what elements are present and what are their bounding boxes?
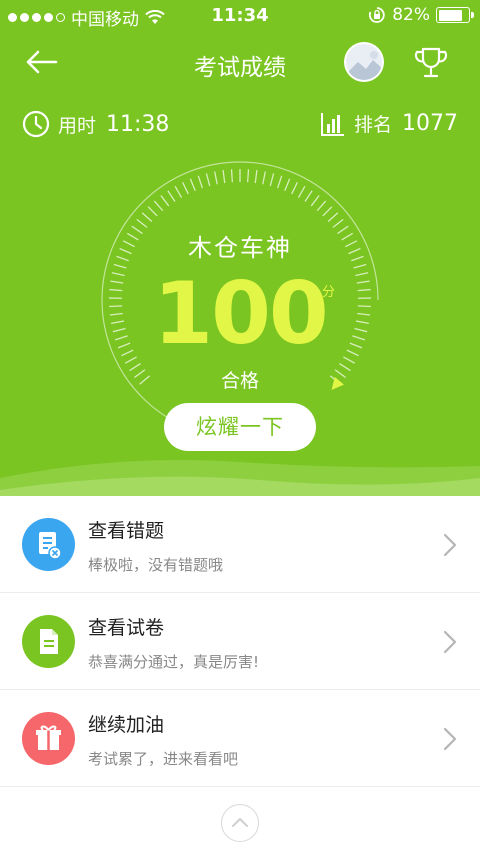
time-used: 用时 11:38 xyxy=(22,110,169,138)
gift-icon xyxy=(36,725,61,750)
gauge-tick xyxy=(181,181,189,195)
gauge-tick xyxy=(222,170,226,184)
gauge-tick xyxy=(136,218,148,228)
gauge-tick xyxy=(304,190,313,202)
status-bar: 中国移动 11:34 82% xyxy=(0,0,480,32)
list-item-keep-going[interactable]: 继续加油 考试累了，进来看看吧 xyxy=(0,690,480,787)
score-unit: 分 xyxy=(322,285,336,300)
orientation-lock-icon xyxy=(369,7,385,23)
gauge-tick xyxy=(197,175,204,189)
item-title: 查看错题 xyxy=(88,520,165,542)
trophy-icon[interactable] xyxy=(412,44,450,82)
gauge-tick xyxy=(153,200,164,212)
item-icon-bg xyxy=(22,615,75,668)
gauge-tick xyxy=(254,170,258,184)
time-used-value: 11:38 xyxy=(106,111,170,137)
gauge-tick xyxy=(297,185,306,198)
time-used-label: 用时 xyxy=(58,114,97,137)
item-icon-bg xyxy=(22,518,75,571)
gauge-tick xyxy=(327,212,339,222)
chevron-right-icon xyxy=(443,533,457,557)
paper-icon xyxy=(40,629,58,654)
gauge-tick xyxy=(189,178,196,192)
gauge-tick xyxy=(167,190,176,202)
gauge-tick xyxy=(291,181,299,195)
gauge-tick xyxy=(269,173,275,187)
gauge-tick xyxy=(174,185,183,198)
battery-icon xyxy=(436,7,474,23)
status-right: 82% xyxy=(368,5,474,25)
clock-icon xyxy=(22,110,50,138)
gauge-tick xyxy=(276,175,283,189)
wrong-questions-icon xyxy=(39,532,62,560)
score-value: 100 xyxy=(153,264,329,364)
battery-level xyxy=(438,9,463,21)
gauge-tick xyxy=(284,178,291,192)
chevron-up-icon xyxy=(232,818,248,827)
nav-bar: 考试成绩 xyxy=(0,34,480,90)
gauge-tick xyxy=(230,169,234,183)
gauge-tick xyxy=(332,218,344,228)
ranking-value: 1077 xyxy=(402,111,458,136)
gauge-tick xyxy=(214,171,218,185)
gauge-tick xyxy=(147,206,158,217)
gauge-tick xyxy=(322,206,333,217)
avatar[interactable] xyxy=(344,42,384,82)
item-subtitle: 恭喜满分通过，真是厉害! xyxy=(88,653,260,671)
item-subtitle: 棒极啦，没有错题哦 xyxy=(88,556,224,574)
gauge-tick xyxy=(141,212,153,222)
battery-percent: 82% xyxy=(392,5,430,25)
list-item-wrong-questions[interactable]: 查看错题 棒极啦，没有错题哦 xyxy=(0,496,480,593)
item-title: 继续加油 xyxy=(88,714,165,736)
result-header-area: 中国移动 11:34 82% 考试成绩 用时 11:38 排名 1077 木仓车… xyxy=(0,0,480,500)
ranking-label: 排名 xyxy=(353,114,392,136)
bar-chart-icon xyxy=(320,112,344,136)
item-title: 查看试卷 xyxy=(88,617,165,639)
gauge-tick xyxy=(246,169,250,183)
decorative-waves xyxy=(0,460,480,500)
item-icon-bg xyxy=(22,712,75,765)
gauge-tick xyxy=(310,195,320,207)
list-item-paper[interactable]: 查看试卷 恭喜满分通过，真是厉害! xyxy=(0,593,480,690)
gauge-tick xyxy=(160,195,170,207)
page-title: 考试成绩 xyxy=(194,55,286,81)
gauge-tick xyxy=(316,200,327,212)
scroll-up-button[interactable] xyxy=(221,804,259,842)
ranking: 排名 1077 xyxy=(320,110,458,137)
gauge-tick xyxy=(205,173,211,187)
nickname: 木仓车神 xyxy=(188,234,292,262)
item-subtitle: 考试累了，进来看看吧 xyxy=(88,750,239,768)
pass-status: 合格 xyxy=(220,370,259,392)
action-list: 查看错题 棒极啦，没有错题哦 查看试卷 恭喜满分通过，真是厉害! 继续加油 考试… xyxy=(0,496,480,787)
chevron-right-icon xyxy=(443,630,457,654)
chevron-right-icon xyxy=(443,727,457,751)
gauge-tick xyxy=(262,171,266,185)
